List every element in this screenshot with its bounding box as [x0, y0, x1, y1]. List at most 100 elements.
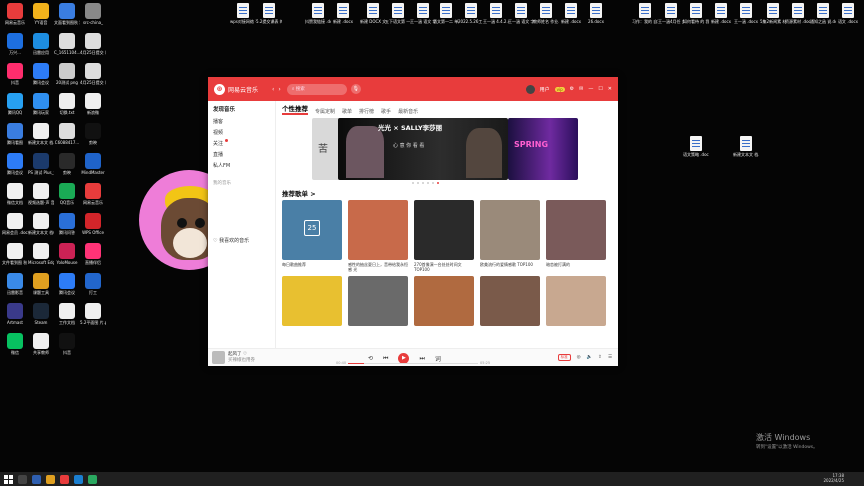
vip-badge[interactable]: vip: [554, 86, 565, 92]
playlist-cover[interactable]: [546, 276, 606, 326]
settings-icon[interactable]: ⚙: [570, 86, 574, 92]
banner-carousel[interactable]: 苦 光光 × SALLY李莎丽 心 意 你 看 看 SPRING: [282, 118, 612, 184]
microphone-icon[interactable]: 🎙: [350, 84, 361, 94]
tab-new-music[interactable]: 最新音乐: [398, 108, 418, 115]
playlist-caption[interactable]: 每日歌曲推荐: [282, 262, 342, 273]
desktop-app-icon[interactable]: Microsoft Edge: [28, 243, 54, 265]
maximize-icon[interactable]: ☐: [598, 86, 602, 92]
playlist-caption[interactable]: 欧美流行的爱情感歌 TOP100: [480, 262, 540, 273]
desktop-app-icon[interactable]: 网易云音乐: [80, 183, 106, 205]
desktop-app-icon[interactable]: 新建文本文 档.txt: [28, 123, 54, 145]
desktop-app-icon[interactable]: QQ音乐: [54, 183, 80, 205]
like-heart-icon[interactable]: ♡: [243, 352, 247, 357]
desktop-app-icon[interactable]: 迅雷应用: [28, 33, 54, 55]
desktop-file-icon[interactable]: 王一涵 语文 字词可能...: [508, 3, 534, 24]
playlist-card[interactable]: [348, 276, 408, 326]
desktop-app-icon[interactable]: 万兴...: [2, 33, 28, 55]
desktop-app-icon[interactable]: YY语音: [28, 3, 54, 25]
playlist-card[interactable]: [480, 276, 540, 326]
playlist-card[interactable]: [282, 276, 342, 326]
playlist-card[interactable]: 欧美流行的爱情感歌 TOP100: [480, 200, 540, 273]
desktop-file-icon[interactable]: 新建文本文 档.txt: [733, 136, 759, 157]
playlist-icon[interactable]: ☰: [608, 355, 612, 360]
playlist-cover[interactable]: [348, 200, 408, 260]
sidebar-item-follow[interactable]: 关注: [213, 139, 270, 150]
playlist-card[interactable]: 感性的抽丝夏日上，音带给我永恒感 光: [348, 200, 408, 273]
desktop-file-icon[interactable]: 新建 DOCX 文档 (2).docx: [360, 3, 386, 24]
desktop-app-icon[interactable]: 腾讯问答: [54, 213, 80, 235]
desktop-app-icon[interactable]: 文面看到图秋 我学: [54, 3, 80, 25]
lyrics-icon[interactable]: 词: [435, 354, 441, 363]
sidebar-item-fm[interactable]: 私人FM: [213, 161, 270, 172]
song-title[interactable]: 起风了: [228, 352, 242, 357]
desktop-app-icon[interactable]: 课题工具: [28, 273, 54, 295]
song-artist[interactable]: 买辣椒也用券: [228, 358, 255, 364]
sidebar-item-liked[interactable]: ♡ 我喜欢的音乐: [213, 236, 270, 247]
system-tray-clock[interactable]: 17:38 2022/4/25: [823, 473, 844, 483]
desktop-app-icon[interactable]: C_1651104...: [54, 33, 80, 55]
volume-icon[interactable]: 🔈: [587, 355, 593, 360]
task-view-icon[interactable]: [32, 474, 41, 484]
now-playing-thumbnail[interactable]: [212, 351, 225, 364]
search-taskbar-icon[interactable]: [18, 474, 27, 484]
desktop-file-icon[interactable]: 五下语文第 一二单元...: [385, 3, 411, 24]
desktop-app-icon[interactable]: 微信文档: [2, 183, 28, 205]
user-avatar[interactable]: [525, 84, 535, 94]
previous-icon[interactable]: ⏮: [383, 355, 388, 363]
desktop-app-icon[interactable]: Artmast: [2, 303, 28, 325]
desktop-file-icon[interactable]: 习作：我的 自我的人...: [632, 3, 658, 24]
carousel-dots[interactable]: [412, 182, 439, 184]
effects-icon[interactable]: ◎: [577, 355, 581, 360]
desktop-app-icon[interactable]: 腾讯玩家: [28, 93, 54, 115]
file-explorer-icon[interactable]: [46, 474, 55, 484]
banner-right[interactable]: SPRING: [508, 118, 578, 180]
desktop-app-icon[interactable]: 抖音: [2, 63, 28, 85]
desktop-app-icon[interactable]: MindMaster: [80, 153, 106, 175]
tab-playlists[interactable]: 歌单: [342, 108, 352, 115]
desktop-file-icon[interactable]: 新建 .docx: [558, 3, 584, 24]
carousel-dot[interactable]: [427, 182, 429, 184]
playlist-card[interactable]: 270首像演一台处处时间文 TOP100: [414, 200, 474, 273]
desktop-file-icon[interactable]: 教师姓名 作业.xlsx: [533, 3, 559, 24]
desktop-file-icon[interactable]: 语文策略 .docx: [683, 136, 709, 157]
desktop-app-icon[interactable]: PS 测试 Plus_v9.23...: [28, 153, 54, 175]
desktop-file-icon[interactable]: 王一涵 4.4.2.docx: [483, 3, 509, 24]
playlist-card[interactable]: 暗恋被打满的: [546, 200, 606, 273]
desktop-file-icon[interactable]: wps对接网络 子务.docx: [230, 3, 256, 24]
desktop-file-icon[interactable]: 王一涵4月任 务.docx: [658, 3, 684, 24]
carousel-dot[interactable]: [412, 182, 414, 184]
desktop-file-icon[interactable]: 王一涵 .docx: [733, 3, 759, 24]
desktop-app-icon[interactable]: 剪映: [54, 153, 80, 175]
desktop-file-icon[interactable]: 2022.5.26工 作完员.docx: [458, 3, 484, 24]
minimize-icon[interactable]: —: [588, 86, 593, 92]
desktop-file-icon[interactable]: 如何看待 的 我的...: [683, 3, 709, 24]
desktop-file-icon[interactable]: 语文 .docx: [835, 3, 861, 24]
desktop-file-icon[interactable]: 抖赞我链接 .docx: [305, 3, 331, 24]
close-icon[interactable]: ✕: [608, 86, 612, 92]
desktop-app-icon[interactable]: 20测试 png: [54, 63, 80, 85]
back-arrow-icon[interactable]: ‹: [272, 86, 274, 93]
desktop-file-icon[interactable]: 5.2提交课表 的说明.xlsx: [256, 3, 282, 24]
forward-arrow-icon[interactable]: ›: [278, 86, 280, 93]
playlist-cover[interactable]: [414, 200, 474, 260]
desktop-app-icon[interactable]: 微信: [2, 333, 28, 355]
desktop-app-icon[interactable]: 网易会员 .docx: [2, 213, 28, 235]
carousel-dot[interactable]: [422, 182, 424, 184]
desktop-file-icon[interactable]: 新建 .docx: [330, 3, 356, 24]
tab-custom[interactable]: 专属定制: [315, 108, 335, 115]
tab-artists[interactable]: 歌手: [381, 108, 391, 115]
desktop-app-icon[interactable]: 抖音: [54, 333, 80, 355]
tab-charts[interactable]: 排行榜: [359, 108, 374, 115]
share-icon[interactable]: ⇪: [598, 355, 602, 360]
desktop-app-icon[interactable]: 腾讯会议: [28, 63, 54, 85]
desktop-app-icon[interactable]: 腾讯会议: [2, 153, 28, 175]
playlist-cover[interactable]: [282, 276, 342, 326]
sidebar-item-podcast[interactable]: 播客: [213, 117, 270, 128]
desktop-app-icon[interactable]: 迅雷影音: [2, 273, 28, 295]
desktop-app-icon[interactable]: 直播伴侣: [80, 243, 106, 265]
desktop-app-icon[interactable]: 新浪微: [80, 93, 106, 115]
playlist-caption[interactable]: 270首像演一台处处时间文 TOP100: [414, 262, 474, 273]
playlist-cover[interactable]: [480, 200, 540, 260]
desktop-app-icon[interactable]: 新建文本文 档(2).txt: [28, 213, 54, 235]
search-input[interactable]: ⌕ 搜索: [286, 83, 347, 95]
